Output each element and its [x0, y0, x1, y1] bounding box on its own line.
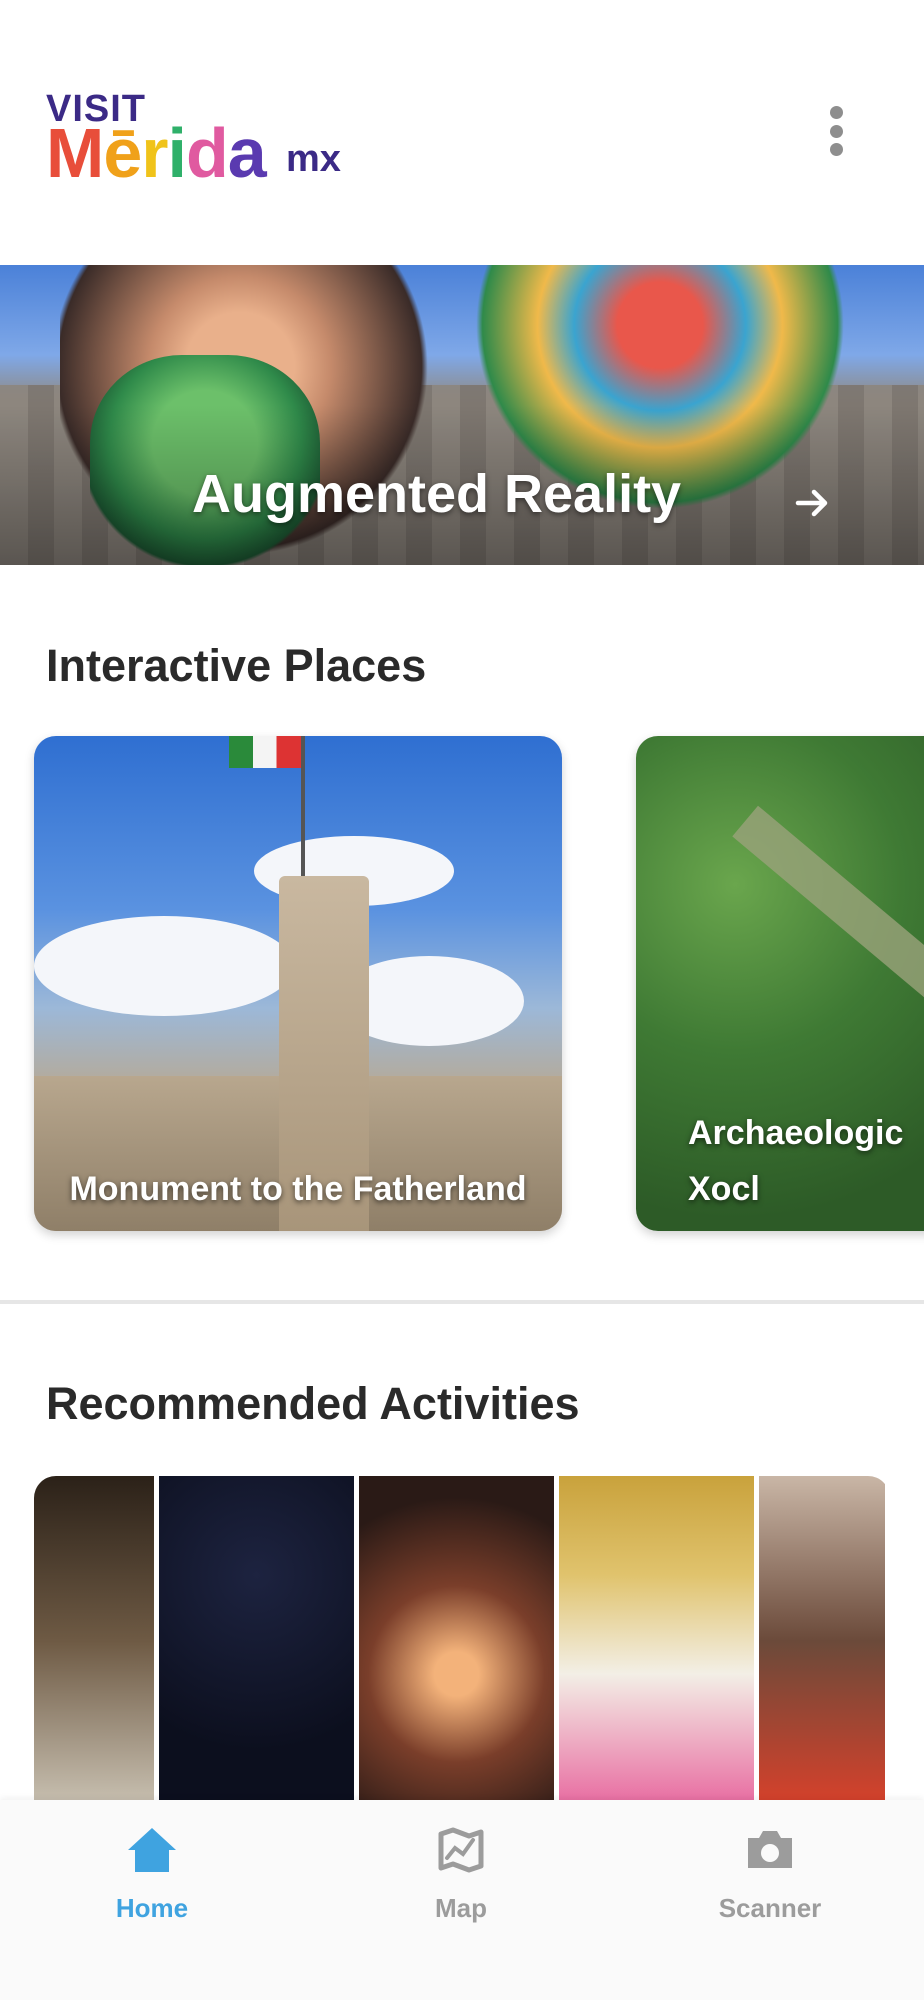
place-card-archaeological[interactable]: Archaeologic Xocl: [636, 736, 924, 1231]
banner-title: Augmented Reality: [192, 464, 682, 524]
mexico-flag: [229, 736, 301, 768]
nav-home-label: Home: [115, 1893, 189, 1923]
logo-letter: i: [167, 114, 187, 192]
camera-icon: [748, 1831, 792, 1868]
logo-mx-text: mx: [286, 138, 341, 180]
visit-merida-logo[interactable]: VISIT Mērida mx: [46, 88, 366, 188]
bottom-navigation: Home Map Scanner: [0, 1800, 924, 2000]
activity-photo-dance: [559, 1476, 759, 1806]
map-icon: [438, 1827, 484, 1873]
interactive-places-heading: Interactive Places: [46, 640, 427, 691]
logo-wordmark: Mērida: [46, 114, 267, 192]
activity-photo-food: [759, 1476, 890, 1806]
place-card-monument[interactable]: Monument to the Fatherland: [34, 736, 562, 1231]
nav-scanner[interactable]: Scanner: [670, 1822, 870, 1924]
menu-dot: [829, 124, 843, 138]
logo-letter: a: [227, 114, 267, 192]
activity-photo-candles: [359, 1476, 559, 1806]
logo-letter: d: [185, 114, 229, 192]
home-icon: [128, 1828, 176, 1872]
place-card-label: Archaeologic Xocl: [688, 1114, 904, 1208]
card-cloud: [34, 916, 294, 1016]
logo-letter: ē: [103, 114, 142, 192]
logo-letter: r: [141, 114, 168, 192]
activity-photo-catrina: [34, 1476, 159, 1806]
logo-letter: M: [46, 114, 104, 192]
more-options-icon[interactable]: [826, 106, 846, 156]
nav-map[interactable]: Map: [361, 1822, 561, 1924]
nav-home[interactable]: Home: [52, 1822, 252, 1924]
augmented-reality-banner[interactable]: Augmented Reality: [0, 265, 924, 565]
recommended-activities-banner[interactable]: [34, 1476, 890, 1806]
menu-dot: [829, 143, 843, 156]
ruins-path: [732, 805, 924, 1107]
place-card-label: Monument to the Fatherland: [69, 1170, 527, 1208]
nav-map-label: Map: [435, 1893, 487, 1923]
activity-photo-aerial: [159, 1476, 359, 1806]
nav-scanner-label: Scanner: [718, 1893, 822, 1923]
app-header: VISIT Mērida mx: [0, 0, 924, 265]
menu-dot: [829, 106, 843, 119]
arrow-right-icon[interactable]: [792, 483, 832, 523]
flagpole: [301, 736, 305, 886]
recommended-activities-heading: Recommended Activities: [46, 1378, 580, 1429]
section-divider: [0, 1300, 924, 1304]
